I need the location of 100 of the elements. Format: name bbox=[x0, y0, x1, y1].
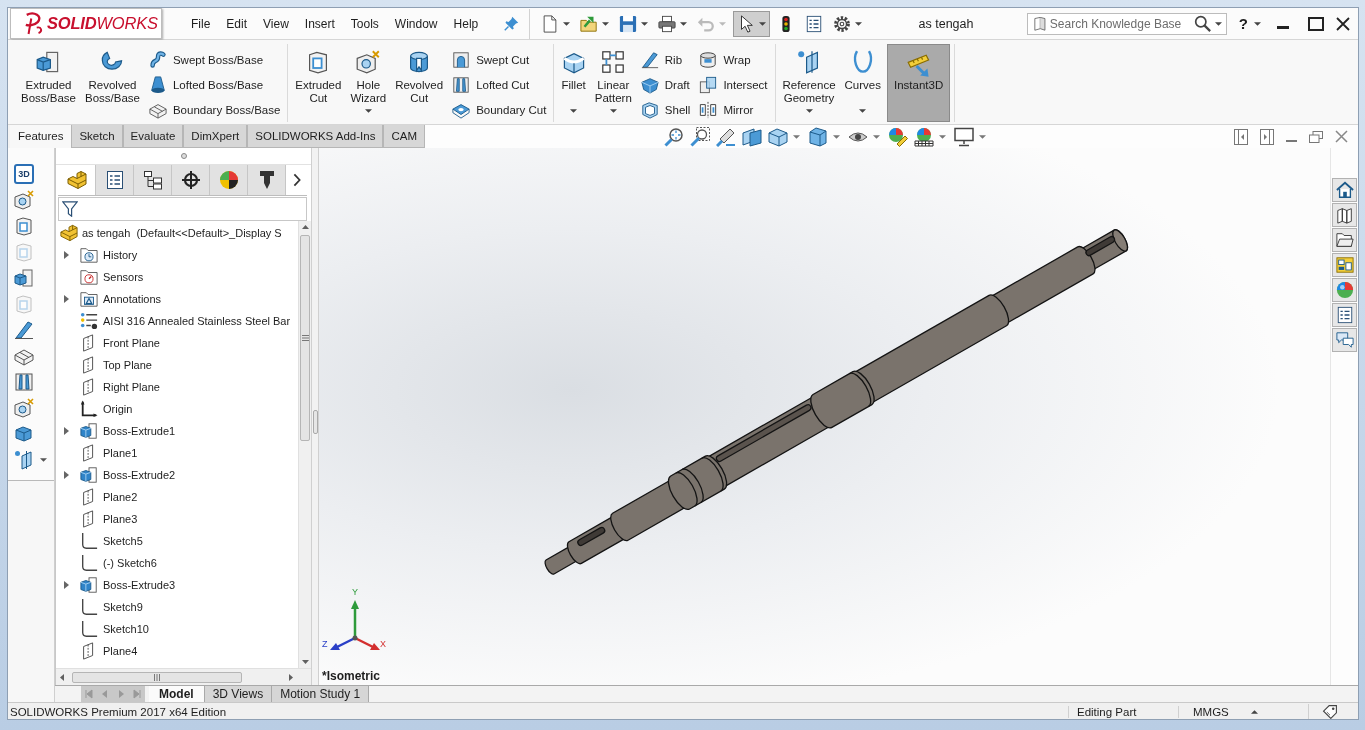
help-button[interactable]: ? bbox=[1234, 15, 1265, 32]
magnifier-frame-icon[interactable] bbox=[690, 126, 711, 147]
pin-icon[interactable] bbox=[504, 16, 520, 31]
ribbon-button[interactable]: Swept Boss/Base bbox=[145, 48, 284, 73]
color-ball-pencil-icon[interactable] bbox=[888, 126, 909, 147]
color-ball-floor-icon[interactable] bbox=[914, 126, 935, 147]
caret-icon[interactable] bbox=[1214, 21, 1222, 26]
arrow-down-icon[interactable] bbox=[301, 660, 309, 664]
toolbar-button[interactable] bbox=[14, 190, 34, 210]
caret-icon[interactable] bbox=[833, 134, 841, 139]
ribbon-tab[interactable]: DimXpert bbox=[183, 125, 248, 148]
tree-item[interactable]: as tengah (Default<<Default>_Display S bbox=[56, 222, 298, 244]
toolbar-button[interactable] bbox=[14, 398, 34, 418]
tree-item[interactable]: Plane2 bbox=[56, 486, 298, 508]
ribbon-button[interactable]: Shell bbox=[637, 97, 694, 122]
ribbon-button[interactable]: Intersect bbox=[696, 72, 771, 98]
tree-item[interactable]: AISI 316 Annealed Stainless Steel Bar bbox=[56, 310, 298, 332]
document-tab[interactable]: Model bbox=[149, 686, 205, 702]
arrow-left-icon[interactable] bbox=[60, 673, 64, 681]
toolbar-button[interactable] bbox=[14, 320, 34, 340]
search-icon[interactable] bbox=[1193, 15, 1211, 32]
toolbar-button[interactable] bbox=[14, 372, 34, 392]
view-3d-button[interactable]: 3D bbox=[14, 164, 34, 184]
toolbar-button[interactable] bbox=[14, 450, 47, 470]
ribbon-button[interactable]: Draft bbox=[637, 72, 694, 98]
caret-icon[interactable] bbox=[979, 134, 987, 139]
tree-item[interactable]: Boss-Extrude2 bbox=[56, 464, 298, 486]
tree-item[interactable]: Plane4 bbox=[56, 640, 298, 662]
tree-item[interactable]: (-) Sketch6 bbox=[56, 552, 298, 574]
task-pane-tab[interactable] bbox=[1332, 303, 1357, 327]
panel-tab[interactable] bbox=[172, 165, 210, 195]
ribbon-button[interactable]: Curves bbox=[841, 44, 884, 122]
ribbon-button[interactable]: Wrap bbox=[696, 48, 771, 73]
ribbon-button[interactable]: Fillet bbox=[558, 44, 589, 122]
panel-tab[interactable] bbox=[248, 165, 286, 195]
ribbon-button[interactable]: Revolved Boss/Base bbox=[81, 44, 143, 122]
document-tab[interactable]: 3D Views bbox=[204, 686, 273, 702]
section-planes-icon[interactable] bbox=[742, 126, 763, 147]
tree-item[interactable]: Sketch9 bbox=[56, 596, 298, 618]
ribbon-button[interactable]: Lofted Cut bbox=[449, 72, 550, 98]
ribbon-button[interactable]: Swept Cut bbox=[449, 48, 550, 73]
panel-tab[interactable] bbox=[210, 165, 248, 195]
ribbon-button[interactable]: Instant3D bbox=[887, 44, 951, 122]
tree-item[interactable]: Boss-Extrude3 bbox=[56, 574, 298, 596]
chevron-right-icon[interactable] bbox=[293, 173, 301, 187]
splitter-handle[interactable] bbox=[312, 409, 318, 434]
collapsed-arrow-icon[interactable] bbox=[64, 251, 69, 259]
caret-icon[interactable] bbox=[793, 134, 801, 139]
close-icon[interactable] bbox=[1336, 16, 1350, 31]
panel-left-icon[interactable] bbox=[1234, 128, 1248, 145]
ribbon-button[interactable]: Extruded Cut bbox=[292, 44, 345, 122]
toolbar-button[interactable] bbox=[14, 424, 34, 444]
box-icon[interactable] bbox=[768, 126, 789, 147]
collapsed-arrow-icon[interactable] bbox=[64, 581, 69, 589]
monitor-icon[interactable] bbox=[954, 126, 975, 147]
scrollbar-thumb[interactable] bbox=[72, 671, 242, 683]
collapsed-arrow-icon[interactable] bbox=[64, 295, 69, 303]
filter-field[interactable] bbox=[58, 197, 307, 221]
task-pane-tab[interactable] bbox=[1332, 253, 1357, 277]
toolbar-button[interactable] bbox=[14, 216, 34, 236]
ribbon-button[interactable]: Boundary Cut bbox=[449, 97, 550, 122]
ribbon-button[interactable]: Boundary Boss/Base bbox=[145, 97, 284, 122]
horizontal-scrollbar[interactable] bbox=[56, 668, 311, 685]
tree-item[interactable]: Annotations bbox=[56, 288, 298, 310]
minimize-icon[interactable] bbox=[1286, 139, 1297, 142]
tree-item[interactable]: Boss-Extrude1 bbox=[56, 420, 298, 442]
document-tab[interactable]: Motion Study 1 bbox=[272, 686, 370, 702]
search-field[interactable]: Search Knowledge Base bbox=[1026, 12, 1227, 35]
maximize-icon[interactable] bbox=[1308, 16, 1324, 31]
panel-tab[interactable] bbox=[134, 165, 172, 195]
menu-item[interactable]: Insert bbox=[296, 12, 343, 35]
caret-icon[interactable] bbox=[873, 134, 881, 139]
collapsed-arrow-icon[interactable] bbox=[64, 427, 69, 435]
magnifier-arrows-icon[interactable] bbox=[664, 126, 685, 147]
task-pane-tab[interactable] bbox=[1332, 203, 1357, 227]
ribbon-button[interactable]: Linear Pattern bbox=[591, 44, 635, 122]
ribbon-tab[interactable]: Sketch bbox=[71, 125, 123, 148]
ribbon-button[interactable]: Rib bbox=[637, 48, 694, 73]
panel-right-icon[interactable] bbox=[1260, 128, 1274, 145]
menu-item[interactable]: Help bbox=[445, 12, 487, 35]
ribbon-button[interactable]: Revolved Cut bbox=[392, 44, 447, 122]
scrollbar-thumb[interactable] bbox=[300, 235, 310, 441]
grip-icon[interactable] bbox=[180, 153, 187, 159]
app-logo[interactable]: SOLIDWORKS bbox=[10, 8, 162, 39]
ribbon-button[interactable]: Hole Wizard bbox=[347, 44, 390, 122]
restore-icon[interactable] bbox=[1309, 130, 1323, 143]
task-pane-tab[interactable] bbox=[1332, 328, 1357, 352]
toolbar-button[interactable] bbox=[14, 268, 34, 288]
tree-item[interactable]: History bbox=[56, 244, 298, 266]
tree-item[interactable]: Origin bbox=[56, 398, 298, 420]
menu-item[interactable]: Tools bbox=[342, 12, 387, 35]
ribbon-tab[interactable]: Features bbox=[10, 125, 72, 148]
menu-item[interactable]: View bbox=[255, 12, 297, 35]
tree-item[interactable]: Plane3 bbox=[56, 508, 298, 530]
collapsed-arrow-icon[interactable] bbox=[64, 471, 69, 479]
shaded-box-icon[interactable] bbox=[808, 126, 829, 147]
arrow-up-icon[interactable] bbox=[301, 225, 309, 229]
ribbon-button[interactable]: Reference Geometry bbox=[779, 44, 839, 122]
arrow-right-icon[interactable] bbox=[289, 673, 293, 681]
tag-icon[interactable] bbox=[1322, 703, 1338, 719]
